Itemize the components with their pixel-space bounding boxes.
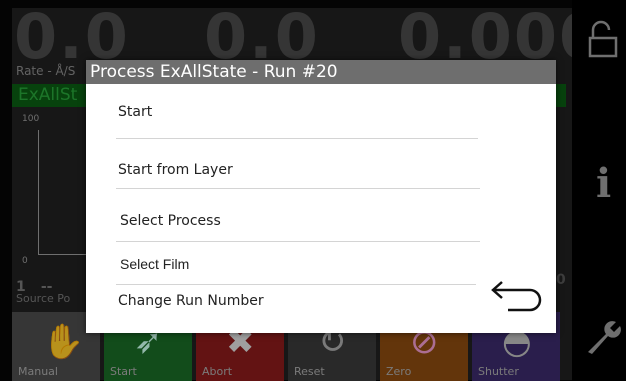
back-arrow-icon[interactable] xyxy=(488,280,546,314)
divider xyxy=(116,138,478,139)
menu-item-change-run-number[interactable]: Change Run Number xyxy=(118,293,264,309)
menu-item-select-film[interactable]: Select Film xyxy=(120,256,189,272)
dialog-header: Process ExAllState - Run #20 xyxy=(86,60,556,84)
menu-item-start[interactable]: Start xyxy=(118,104,152,120)
dialog-title: Process ExAllState - Run #20 xyxy=(90,62,338,82)
divider xyxy=(116,284,476,285)
process-action-dialog: Process ExAllState - Run #20 Start Start… xyxy=(86,60,556,333)
menu-item-start-from-layer[interactable]: Start from Layer xyxy=(118,162,233,178)
menu-item-select-process[interactable]: Select Process xyxy=(120,213,221,229)
divider xyxy=(116,241,480,242)
divider xyxy=(116,188,480,189)
